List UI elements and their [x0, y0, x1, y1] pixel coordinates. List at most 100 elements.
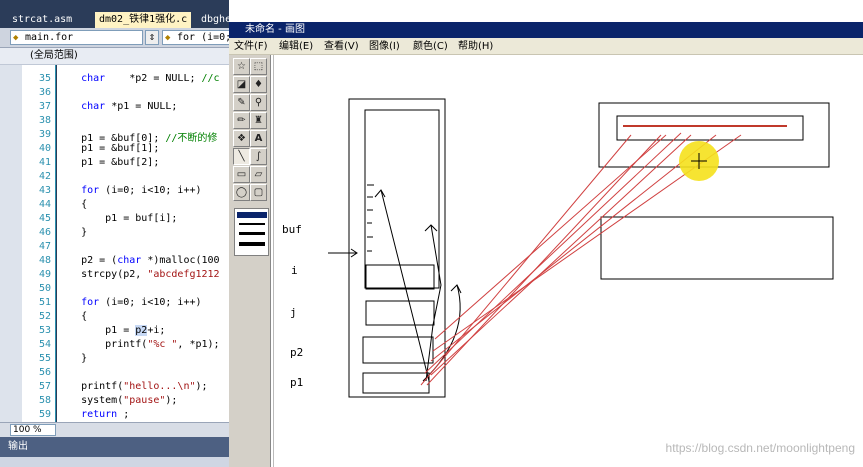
code-line: printf("hello...\n");: [57, 381, 208, 392]
menu-image[interactable]: 图像(I): [369, 38, 400, 55]
brush-icon[interactable]: ♜: [250, 112, 267, 129]
watermark: https://blog.csdn.net/moonlightpeng: [665, 441, 855, 455]
line-number: 35: [38, 73, 51, 84]
tab-strcat[interactable]: strcat.asm: [8, 12, 76, 28]
line-number: 57: [38, 381, 51, 392]
line-number-column: 35 36 37 38 39 40 41 42 43 44 45 46 47 48 49 50 51 52 53 54…: [22, 65, 56, 422]
line-width-4[interactable]: [239, 242, 265, 246]
code-line: {: [57, 199, 88, 210]
label-i: i: [291, 264, 298, 277]
buf-box: [364, 109, 440, 289]
line-number: 48: [38, 255, 51, 266]
menu-edit[interactable]: 编辑(E): [279, 38, 313, 55]
zoom-bar: 100 %: [0, 422, 232, 437]
curve-icon[interactable]: ∫: [250, 148, 267, 165]
magnifier-icon[interactable]: ⚲: [250, 94, 267, 111]
menu-file[interactable]: 文件(F): [234, 38, 268, 55]
buf-arrow: [328, 248, 358, 258]
code-line: p1 = &buf[1];: [57, 143, 160, 154]
select-freeform-icon[interactable]: ☆: [233, 58, 250, 75]
menu-view[interactable]: 查看(V): [324, 38, 359, 55]
line-number: 54: [38, 339, 51, 350]
label-buf: buf: [282, 223, 302, 236]
line-number: 58: [38, 395, 51, 406]
label-p1: p1: [290, 376, 304, 389]
heap-lower-box: [600, 216, 834, 280]
code-line: strcpy(p2, "abcdefg1212: [57, 269, 220, 280]
code-line: {: [57, 311, 88, 322]
line-icon[interactable]: ╲: [233, 148, 250, 165]
code-line: char *p1 = NULL;: [57, 101, 178, 112]
line-number: 56: [38, 367, 51, 378]
rectangle-icon[interactable]: ▭: [233, 166, 250, 183]
drawing-svg: [328, 98, 834, 398]
polygon-icon[interactable]: ▱: [250, 166, 267, 183]
eraser-icon[interactable]: ◪: [233, 76, 250, 93]
code-line: }: [57, 227, 88, 238]
output-panel-title: 输出: [0, 437, 232, 457]
line-number: 39: [38, 129, 51, 140]
airbrush-icon[interactable]: ❖: [233, 130, 250, 147]
code-line: for (i=0; i<10; i++): [57, 185, 202, 196]
line-number: 36: [38, 87, 51, 98]
label-j: j: [290, 306, 297, 319]
line-width-3[interactable]: [239, 232, 265, 235]
code-line: p1 = buf[i];: [57, 213, 178, 224]
editor-gutter: [0, 65, 22, 422]
rounded-rect-icon[interactable]: ▢: [250, 184, 267, 201]
line-number: 52: [38, 311, 51, 322]
p2-box: [362, 336, 434, 364]
menu-color[interactable]: 颜色(C): [413, 38, 448, 55]
text-icon[interactable]: A: [250, 130, 267, 147]
color-picker-icon[interactable]: ✎: [233, 94, 250, 111]
code-line: p1 = p2+i;: [57, 325, 166, 336]
line-number: 37: [38, 101, 51, 112]
line-number: 47: [38, 241, 51, 252]
j-box: [365, 300, 435, 326]
line-number: 55: [38, 353, 51, 364]
line-width-2[interactable]: [239, 223, 265, 225]
buf-ticks: [367, 184, 374, 252]
line-number: 45: [38, 213, 51, 224]
scope-value: main.for: [25, 32, 74, 43]
member-dropdown[interactable]: ◆ for (i=0;: [162, 30, 232, 45]
code-line: for (i=0; i<10; i++): [57, 297, 202, 308]
line-number: 50: [38, 283, 51, 294]
code-line: printf("%c ", *p1);: [57, 339, 220, 350]
zoom-dropdown[interactable]: 100 %: [10, 424, 56, 436]
menu-help[interactable]: 帮助(H): [458, 38, 493, 55]
code-line: p2 = (char *)malloc(100: [57, 255, 220, 266]
line-number: 40: [38, 143, 51, 154]
navigation-bar: ◆ main.for ⇕ ◆ for (i=0;: [0, 28, 232, 48]
pencil-icon[interactable]: ✏: [233, 112, 250, 129]
line-number: 43: [38, 185, 51, 196]
code-editor[interactable]: char *p2 = NULL; //c char *p1 = NULL; p1…: [57, 65, 232, 422]
paint-toolbox: ☆ ⬚ ◪ ♦ ✎ ⚲ ✏ ♜ ❖ A ╲ ∫ ▭ ▱ ◯ ▢: [229, 55, 271, 467]
tab-dm02[interactable]: dm02_铁律1强化.c: [95, 12, 192, 28]
line-number: 59: [38, 409, 51, 420]
split-icon[interactable]: ⇕: [145, 30, 159, 45]
code-line: p1 = &buf[2];: [57, 157, 160, 168]
label-p2: p2: [290, 346, 304, 359]
line-width-1[interactable]: [239, 214, 265, 216]
output-tabs[interactable]: [0, 457, 232, 467]
ellipse-icon[interactable]: ◯: [233, 184, 250, 201]
heap-string-box: [616, 115, 804, 141]
global-scope-label: (全局范围): [0, 48, 232, 65]
line-number: 42: [38, 171, 51, 182]
line-number: 44: [38, 199, 51, 210]
code-line: p1 = &buf[0]; //不断的修: [57, 133, 218, 144]
member-value: for (i=0;: [177, 32, 232, 43]
paint-menu-bar: 文件(F) 编辑(E) 查看(V) 图像(I) 颜色(C) 帮助(H): [229, 38, 863, 55]
member-icon: ◆: [165, 33, 171, 43]
code-line: char *p2 = NULL; //c: [57, 73, 220, 84]
line-number: 38: [38, 115, 51, 126]
function-icon: ◆: [13, 33, 19, 43]
select-rect-icon[interactable]: ⬚: [250, 58, 267, 75]
line-number: 53: [38, 325, 51, 336]
scope-dropdown[interactable]: ◆ main.for: [10, 30, 143, 45]
line-width-options[interactable]: [234, 208, 269, 256]
p1-arrow: [374, 189, 430, 382]
fill-icon[interactable]: ♦: [250, 76, 267, 93]
i-box: [365, 264, 435, 290]
